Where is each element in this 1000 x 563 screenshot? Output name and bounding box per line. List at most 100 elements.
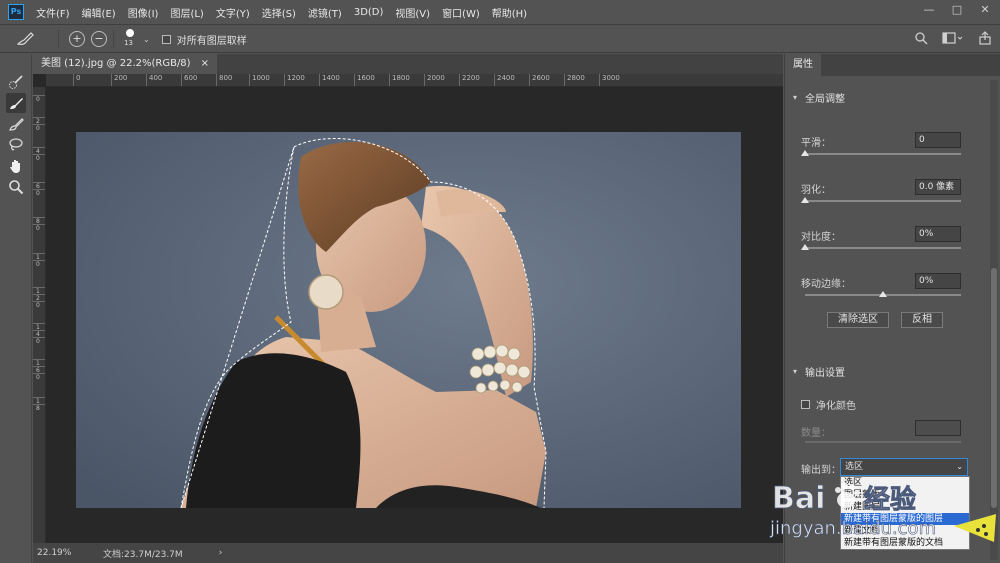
ruler-tick: 0 [33, 154, 45, 162]
output-option[interactable]: 选区 [841, 477, 969, 489]
tools-panel [0, 54, 32, 563]
shift-edge-input[interactable]: 0% [915, 273, 961, 289]
subtract-icon[interactable]: − [91, 31, 107, 47]
ruler-tick: 1600 [354, 74, 375, 86]
amount-input [915, 420, 961, 436]
output-to-select[interactable]: 选区 ⌄ [840, 458, 968, 476]
output-settings-header[interactable]: ▾ 输出设置 [793, 364, 845, 379]
smooth-input[interactable]: 0 [915, 132, 961, 148]
ruler-tick: 1400 [319, 74, 340, 86]
ruler-tick: 0 [33, 260, 45, 268]
output-option[interactable]: 图层蒙版 [841, 489, 969, 501]
menu-view[interactable]: 视图(V) [395, 5, 430, 20]
zoom-level[interactable]: 22.19% [37, 548, 97, 558]
share-icon[interactable] [978, 31, 992, 45]
quick-selection-icon[interactable] [6, 72, 26, 92]
brush-size-value: 13 [124, 39, 133, 47]
status-bar: 22.19% 文档:23.7M/23.7M › [33, 543, 783, 563]
shift-edge-slider[interactable] [805, 291, 961, 297]
zoom-icon[interactable] [6, 177, 26, 197]
contrast-slider-knob[interactable] [801, 244, 809, 250]
document-tab[interactable]: 美图 (12).jpg @ 22.2%(RGB/8) × [33, 54, 217, 74]
add-icon[interactable]: + [69, 31, 85, 47]
feather-label: 羽化： [801, 185, 831, 196]
shift-edge-slider-knob[interactable] [879, 291, 887, 297]
menu-help[interactable]: 帮助(H) [492, 5, 527, 20]
menu-file[interactable]: 文件(F) [36, 5, 70, 20]
properties-panel: 属性 ▾ 全局调整 平滑： 0 羽化： 0.0 像素 对比度： 0% 移动边缘：… [784, 54, 1000, 563]
output-option[interactable]: 新建带有图层蒙版的文档 [841, 537, 969, 549]
decontaminate-checkbox[interactable] [801, 400, 810, 409]
ruler-tick: 1800 [389, 74, 410, 86]
panel-scrollbar-thumb[interactable] [991, 268, 997, 508]
amount-slider [805, 441, 961, 443]
output-settings-title: 输出设置 [805, 368, 846, 379]
sample-all-layers-option[interactable]: 对所有图层取样 [161, 32, 247, 47]
ruler-tick: 3000 [599, 74, 620, 86]
canvas[interactable] [47, 88, 783, 543]
shift-edge-label: 移动边缘： [801, 279, 851, 290]
search-icon[interactable] [914, 31, 928, 45]
global-adjust-title: 全局调整 [805, 94, 846, 105]
chevron-down-icon: ▾ [793, 367, 798, 376]
output-option[interactable]: 新建文档 [841, 525, 969, 537]
output-to-dropdown: 选区 图层蒙版 新建图层 新建带有图层蒙版的图层 新建文档 新建带有图层蒙版的文… [840, 476, 970, 550]
contrast-label: 对比度： [801, 232, 841, 243]
ruler-tick: 200 [111, 74, 127, 86]
brush-size-picker[interactable]: 13 [120, 28, 142, 50]
close-button[interactable]: ✕ [978, 3, 992, 17]
clear-selection-button[interactable]: 清除选区 [827, 312, 889, 328]
smooth-slider-knob[interactable] [801, 150, 809, 156]
decontaminate-option[interactable]: 净化颜色 [801, 397, 856, 412]
output-option[interactable]: 新建图层 [841, 501, 969, 513]
menu-type[interactable]: 文字(Y) [216, 5, 250, 20]
hand-icon[interactable] [6, 156, 26, 176]
lasso-icon[interactable] [6, 135, 26, 155]
ruler-tick: 0 [33, 189, 45, 197]
feather-input[interactable]: 0.0 像素 [915, 179, 961, 195]
feather-slider-knob[interactable] [801, 197, 809, 203]
amount-label: 数量： [801, 428, 831, 439]
brush-size-icon [126, 29, 134, 37]
menu-edit[interactable]: 编辑(E) [82, 5, 116, 20]
sample-all-layers-label: 对所有图层取样 [176, 35, 247, 47]
brush-tool-icon[interactable] [6, 114, 26, 134]
sample-all-layers-checkbox[interactable] [161, 34, 171, 44]
refine-brush-icon[interactable] [6, 93, 26, 113]
invert-button[interactable]: 反相 [901, 312, 943, 328]
document-tab-bar: 美图 (12).jpg @ 22.2%(RGB/8) × [33, 54, 783, 74]
brush-icon[interactable] [14, 30, 36, 48]
ruler-tick: 0 [33, 95, 45, 103]
contrast-input[interactable]: 0% [915, 226, 961, 242]
workspace-icon[interactable] [942, 31, 964, 45]
menu-filter[interactable]: 滤镜(T) [308, 5, 342, 20]
ruler-tick: 400 [146, 74, 162, 86]
menu-image[interactable]: 图像(I) [128, 5, 159, 20]
output-to-selected: 选区 [845, 462, 864, 472]
menu-layer[interactable]: 图层(L) [170, 5, 203, 20]
document-tab-close-icon[interactable]: × [201, 54, 209, 74]
document-tab-title: 美图 (12).jpg @ 22.2%(RGB/8) [41, 58, 191, 69]
document-area: 美图 (12).jpg @ 22.2%(RGB/8) × 0 200 400 6… [33, 54, 783, 563]
ruler-tick: 0 [33, 301, 45, 309]
ruler-tick: 2400 [494, 74, 515, 86]
menu-window[interactable]: 窗口(W) [442, 5, 480, 20]
ruler-tick: 2800 [564, 74, 585, 86]
ruler-tick: 1200 [284, 74, 305, 86]
minimize-button[interactable]: — [922, 3, 936, 17]
feather-slider[interactable] [801, 197, 961, 203]
smooth-slider[interactable] [801, 150, 961, 156]
menu-3d[interactable]: 3D(D) [354, 7, 384, 18]
chevron-down-icon[interactable]: ⌄ [143, 35, 150, 44]
contrast-slider[interactable] [801, 244, 961, 250]
menu-select[interactable]: 选择(S) [262, 5, 296, 20]
vertical-ruler: 0 2 0 4 0 6 0 8 0 1 0 1 2 0 1 4 0 1 6 0 … [33, 87, 46, 543]
maximize-button[interactable]: □ [950, 3, 964, 17]
output-option-highlighted[interactable]: 新建带有图层蒙版的图层 [841, 513, 969, 525]
tab-properties[interactable]: 属性 [785, 54, 821, 76]
global-adjust-header[interactable]: ▾ 全局调整 [793, 90, 845, 105]
panel-scrollbar[interactable] [990, 80, 998, 560]
ruler-tick: 0 [33, 124, 45, 132]
status-menu-arrow[interactable]: › [219, 548, 223, 558]
photo-image [76, 132, 741, 508]
